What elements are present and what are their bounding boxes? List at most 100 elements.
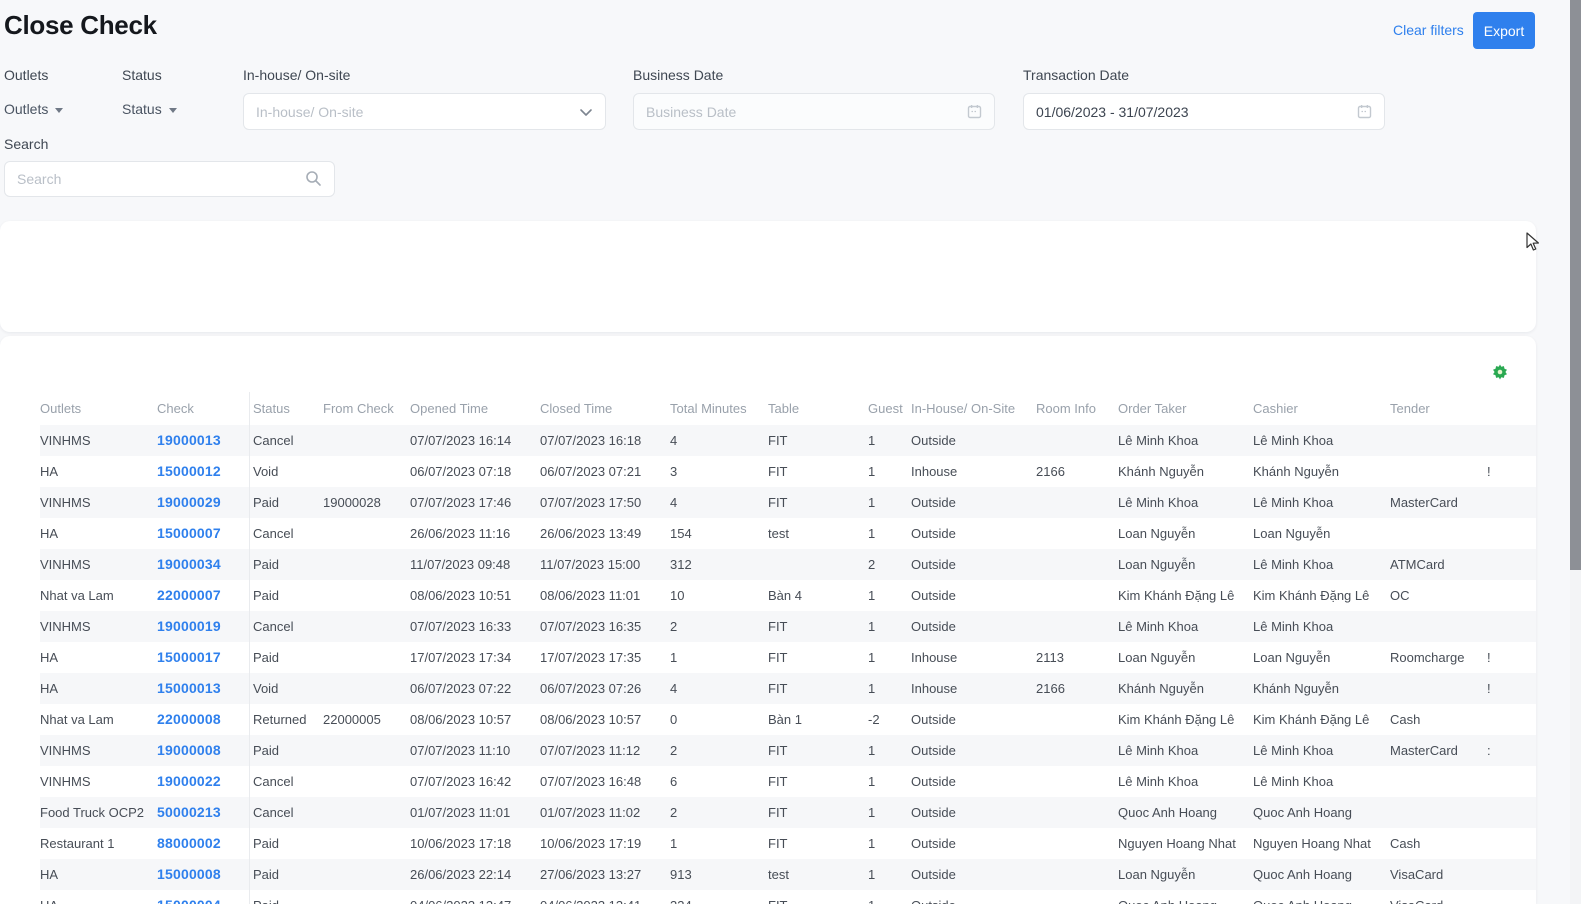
cell-from-check [323,642,410,673]
mouse-cursor [1526,232,1544,257]
cell-check: 50000213 [157,797,250,828]
search-input[interactable] [4,161,335,197]
calendar-icon[interactable] [1357,104,1372,119]
cell-guest: 1 [849,518,911,549]
cell-check: 19000008 [157,735,250,766]
chevron-down-icon [169,108,177,113]
cell-from-check [323,549,410,580]
transaction-date-input[interactable]: 01/06/2023 - 31/07/2023 [1023,93,1385,130]
column-header-order-taker: Order Taker [1118,392,1253,425]
check-number-link[interactable]: 15000008 [157,866,221,882]
cell-room-info [1036,766,1118,797]
cell-cashier: Lê Minh Khoa [1253,735,1390,766]
cell-total-minutes: 0 [670,704,768,735]
cell-tender: MasterCard [1390,487,1487,518]
check-number-link[interactable]: 22000007 [157,587,221,603]
cell-from-check [323,456,410,487]
cell-inhouse-onsite: Outside [911,487,1036,518]
cell-guest: 1 [849,735,911,766]
gear-icon[interactable] [1492,364,1512,384]
cell-tender [1390,518,1487,549]
cell-outlets: Food Truck OCP2 [40,797,157,828]
business-date-input[interactable]: Business Date [633,93,995,130]
cell-outlets: VINHMS [40,549,157,580]
check-number-link[interactable]: 19000029 [157,494,221,510]
cell-from-check: 22000005 [323,704,410,735]
export-button[interactable]: Export [1473,12,1535,49]
cell-cashier: Nguyen Hoang Nhat [1253,828,1390,859]
vertical-scrollbar-thumb[interactable] [1570,0,1581,570]
check-number-link[interactable]: 19000019 [157,618,221,634]
cell-closed-time: 07/07/2023 16:35 [540,611,670,642]
cell-total-minutes: 2 [670,797,768,828]
check-number-link[interactable]: 88000002 [157,835,221,851]
cell-order-taker: Quoc Anh Hoang [1118,797,1253,828]
check-number-link[interactable]: 15000013 [157,680,221,696]
check-number-link[interactable]: 15000012 [157,463,221,479]
cell-inhouse-onsite: Outside [911,549,1036,580]
cell-status: Paid [250,642,323,673]
cell-total-minutes: 312 [670,549,768,580]
cell-room-info [1036,797,1118,828]
inhouse-select[interactable]: In-house/ On-site [243,93,606,130]
outlets-dropdown[interactable]: Outlets [4,101,63,117]
check-number-link[interactable]: 19000034 [157,556,221,572]
cell-total-minutes: 10 [670,580,768,611]
status-filter-label: Status [122,67,162,83]
check-number-link[interactable]: 15000004 [157,897,221,904]
cell-guest: 2 [849,549,911,580]
cell-status: Void [250,673,323,704]
inhouse-filter-label: In-house/ On-site [243,67,350,83]
check-number-link[interactable]: 50000213 [157,804,221,820]
check-number-link[interactable]: 15000017 [157,649,221,665]
cell-room-info: 2166 [1036,673,1118,704]
cell-from-check [323,735,410,766]
cell-total-minutes: 154 [670,518,768,549]
cell-opened-time: 07/07/2023 16:14 [410,425,540,456]
cell-outlets: VINHMS [40,766,157,797]
column-header-guest: Guest [849,392,911,425]
calendar-icon[interactable] [967,104,982,119]
check-number-link[interactable]: 19000008 [157,742,221,758]
cell-room-info [1036,518,1118,549]
clear-filters-link[interactable]: Clear filters [1393,22,1464,38]
table-row: Restaurant 188000002Paid10/06/2023 17:18… [40,828,1536,859]
check-number-link[interactable]: 19000022 [157,773,221,789]
cell-clipped [1487,797,1501,828]
cell-total-minutes: 4 [670,487,768,518]
cell-status: Paid [250,859,323,890]
cell-cashier: Khánh Nguyễn [1253,456,1390,487]
cell-inhouse-onsite: Inhouse [911,673,1036,704]
cell-inhouse-onsite: Outside [911,611,1036,642]
cell-closed-time: 07/07/2023 16:48 [540,766,670,797]
status-dropdown[interactable]: Status [122,101,177,117]
cell-from-check [323,859,410,890]
check-number-link[interactable]: 15000007 [157,525,221,541]
cell-table: test [768,518,849,549]
cell-opened-time: 11/07/2023 09:48 [410,549,540,580]
cell-opened-time: 06/07/2023 07:18 [410,456,540,487]
cell-guest: 1 [849,797,911,828]
cell-guest: 1 [849,487,911,518]
check-number-link[interactable]: 22000008 [157,711,221,727]
cell-inhouse-onsite: Outside [911,797,1036,828]
column-header-status: Status [250,392,323,425]
cell-inhouse-onsite: Outside [911,518,1036,549]
cell-cashier: Quoc Anh Hoang [1253,797,1390,828]
cell-clipped [1487,859,1501,890]
cell-inhouse-onsite: Outside [911,425,1036,456]
cell-status: Void [250,456,323,487]
cell-order-taker: Lê Minh Khoa [1118,487,1253,518]
cell-closed-time: 06/07/2023 07:21 [540,456,670,487]
cell-check: 15000008 [157,859,250,890]
cell-guest: 1 [849,456,911,487]
outlets-filter-label: Outlets [4,67,48,83]
cell-closed-time: 01/07/2023 11:02 [540,797,670,828]
cell-outlets: VINHMS [40,425,157,456]
cell-status: Paid [250,735,323,766]
cell-tender: Cash [1390,828,1487,859]
check-number-link[interactable]: 19000013 [157,432,221,448]
cell-check: 15000007 [157,518,250,549]
cell-inhouse-onsite: Outside [911,766,1036,797]
transaction-date-filter-label: Transaction Date [1023,67,1129,83]
